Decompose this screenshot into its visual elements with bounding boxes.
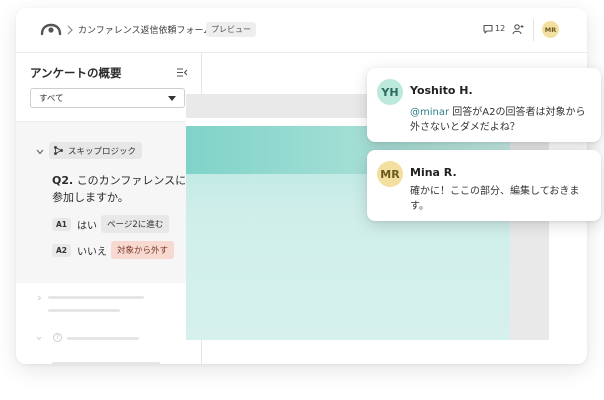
- commenter-name: Mina R.: [410, 166, 457, 179]
- preview-badge: プレビュー: [206, 22, 256, 37]
- question-placeholder-icon: ?: [53, 333, 62, 342]
- user-add-icon[interactable]: [512, 23, 524, 35]
- comment-count: 12: [495, 24, 506, 33]
- comment-card[interactable]: YH Yoshito H. @minar 回答がA2の回答者は対象から外さないと…: [367, 68, 601, 142]
- comment-text: @minar 回答がA2の回答者は対象から外さないとダメだよね？: [410, 105, 592, 135]
- placeholder-line: [67, 337, 139, 340]
- answer-action-tag[interactable]: 対象から外す: [111, 241, 175, 259]
- commenter-avatar: YH: [377, 79, 403, 105]
- question-item-selected[interactable]: スキップロジック Q2. このカンファレンスに参加しますか。 A1 はい ページ…: [16, 122, 201, 283]
- sidebar-title: アンケートの概要: [30, 66, 122, 80]
- answer-id: A1: [52, 217, 72, 231]
- question-label: このカンファレンスに参加しますか。: [52, 174, 187, 204]
- toolbar-divider: [533, 19, 534, 41]
- answer-id: A2: [52, 243, 72, 257]
- answer-text: いいえ: [77, 246, 108, 258]
- mention-link[interactable]: @minar: [410, 107, 449, 118]
- commenter-name: Yoshito H.: [410, 84, 473, 97]
- caret-down-icon: [168, 96, 176, 101]
- top-bar: カンファレンス返信依頼フォーム プレビュー 12 MR: [16, 8, 587, 53]
- comment-text: 確かに！ここの部分、編集しておきます。: [410, 184, 592, 214]
- chevron-right-icon: [37, 295, 42, 301]
- survey-outline-sidebar: アンケートの概要 すべて スキップロジック Q2. このカンファレンスに参加しま…: [16, 53, 202, 364]
- chevron-down-icon[interactable]: [36, 149, 44, 155]
- comment-message: 確かに！ここの部分、編集しておきます。: [410, 186, 580, 212]
- answer-text: はい: [77, 220, 98, 232]
- placeholder-line: [48, 309, 120, 312]
- breadcrumb[interactable]: カンファレンス返信依頼フォーム: [78, 23, 212, 36]
- comment-card[interactable]: MR Mina R. 確かに！ここの部分、編集しておきます。: [367, 150, 601, 221]
- collapse-sidebar-icon[interactable]: [176, 67, 188, 78]
- branch-icon: [54, 146, 63, 155]
- placeholder-line: [48, 296, 144, 299]
- filter-select-value: すべて: [39, 94, 64, 104]
- answer-row-a2[interactable]: A2 いいえ 対象から外す: [52, 241, 175, 259]
- placeholder-line: [52, 362, 160, 364]
- question-text: Q2. このカンファレンスに参加しますか。: [52, 172, 192, 206]
- filter-select[interactable]: すべて: [30, 88, 185, 108]
- answer-row-a1[interactable]: A1 はい ページ2に進む: [52, 215, 170, 233]
- logo-icon[interactable]: [40, 21, 62, 37]
- skip-logic-label: スキップロジック: [68, 146, 137, 157]
- user-avatar[interactable]: MR: [542, 21, 559, 38]
- answer-action-tag[interactable]: ページ2に進む: [101, 215, 170, 233]
- commenter-avatar: MR: [377, 161, 403, 187]
- question-id: Q2.: [52, 174, 74, 187]
- comment-icon[interactable]: [482, 23, 494, 35]
- chevron-down-icon: [36, 336, 42, 341]
- chevron-right-icon: [67, 25, 73, 35]
- skip-logic-chip[interactable]: スキップロジック: [49, 142, 143, 159]
